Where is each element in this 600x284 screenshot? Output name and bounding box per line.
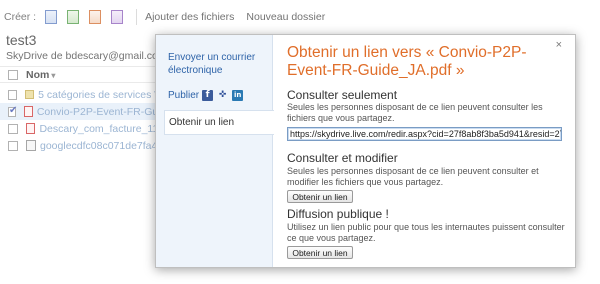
name-column-header[interactable]: Nom ▾ — [26, 69, 55, 81]
sort-arrow-icon: ▾ — [51, 70, 56, 80]
view-edit-get-link-button[interactable]: Obtenir un lien — [287, 190, 353, 203]
file-name[interactable]: Convio-P2P-Event-FR-Guide_JA — [37, 106, 160, 118]
public-heading: Diffusion publique ! — [287, 207, 389, 221]
row-checkbox[interactable] — [8, 105, 18, 117]
nav-publish-label: Publier — [168, 90, 200, 101]
folder-owner: SkyDrive de bdescary@gmail.com — [6, 50, 167, 62]
toolbar-divider — [136, 9, 138, 25]
view-edit-heading: Consulter et modifier — [287, 151, 398, 165]
file-name[interactable]: googlecdfc08c071de7fa4 — [40, 140, 157, 152]
messenger-icon[interactable]: ✜ — [216, 90, 229, 101]
public-description: Utilisez un lien public pour que tous le… — [287, 222, 565, 243]
new-onenote-doc-icon[interactable] — [111, 10, 124, 24]
view-only-link-field[interactable]: https://skydrive.live.com/redir.aspx?cid… — [287, 127, 562, 141]
file-row[interactable]: 5 catégories de services Web — [0, 86, 160, 103]
dialog-nav: Envoyer un courrier électronique Publier… — [156, 35, 274, 267]
nav-get-link[interactable]: Obtenir un lien — [164, 110, 274, 135]
facebook-icon[interactable]: f — [202, 90, 214, 101]
row-checkbox[interactable] — [8, 123, 18, 134]
share-dialog: Envoyer un courrier électronique Publier… — [155, 34, 576, 268]
row-checkbox[interactable] — [8, 89, 18, 100]
new-powerpoint-doc-icon[interactable] — [89, 10, 102, 24]
dialog-content: × Obtenir un lien vers « Convio-P2P-Even… — [285, 35, 570, 267]
new-word-doc-icon[interactable] — [45, 10, 58, 24]
file-name[interactable]: Descary_com_facture_117 — [39, 123, 160, 135]
new-excel-doc-icon[interactable] — [67, 10, 80, 24]
file-name[interactable]: 5 catégories de services Web — [38, 89, 160, 101]
document-file-icon — [26, 140, 36, 151]
linkedin-icon[interactable]: in — [232, 90, 244, 101]
file-list-header: Nom ▾ — [0, 66, 160, 83]
pdf-file-icon — [24, 106, 33, 117]
folder-icon — [25, 90, 35, 99]
dialog-title: Obtenir un lien vers « Convio-P2P-Event-… — [287, 44, 527, 79]
nav-send-email[interactable]: Envoyer un courrier électronique — [168, 51, 264, 77]
select-all-checkbox[interactable] — [8, 69, 18, 80]
nav-publish[interactable]: Publier f ✜ in — [168, 89, 244, 102]
view-only-description: Seules les personnes disposant de ce lie… — [287, 102, 543, 123]
view-only-heading: Consulter seulement — [287, 88, 398, 102]
pdf-file-icon — [25, 123, 36, 134]
public-get-link-button[interactable]: Obtenir un lien — [287, 246, 353, 259]
add-files-link[interactable]: Ajouter des fichiers — [145, 11, 234, 23]
file-row[interactable]: googlecdfc08c071de7fa4 — [0, 137, 160, 154]
view-edit-description: Seules les personnes disposant de ce lie… — [287, 166, 539, 187]
row-checkbox[interactable] — [8, 140, 18, 151]
file-row[interactable]: Descary_com_facture_117 — [0, 120, 160, 137]
folder-title: test3 — [6, 32, 37, 48]
create-label: Créer : — [4, 11, 37, 23]
toolbar: Créer : Ajouter des fichiers Nouveau dos… — [0, 0, 600, 34]
file-row[interactable]: Convio-P2P-Event-FR-Guide_JA — [0, 103, 160, 120]
new-folder-link[interactable]: Nouveau dossier — [246, 11, 325, 23]
